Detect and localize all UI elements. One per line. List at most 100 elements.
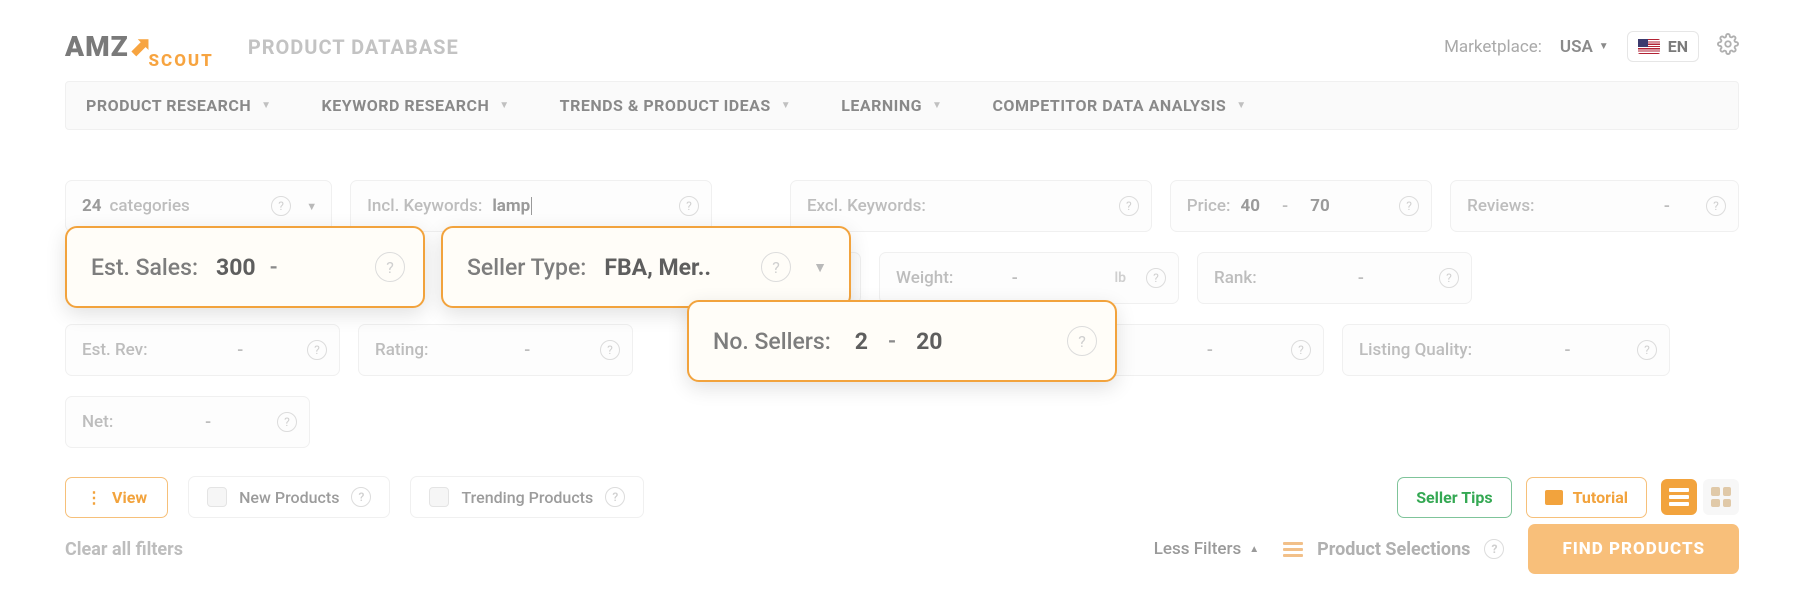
filter-incl-keywords[interactable]: Incl. Keywords: lamp ? <box>350 180 712 232</box>
help-icon[interactable]: ? <box>1067 326 1097 356</box>
header-left: AMZ ⬈ SCOUT PRODUCT DATABASE <box>65 30 459 63</box>
chevron-down-icon: ▼ <box>499 100 509 111</box>
logo-amz: AMZ <box>65 30 129 63</box>
dash: - <box>1564 340 1570 360</box>
label: Incl. Keywords: <box>367 196 482 216</box>
page-title: PRODUCT DATABASE <box>248 35 459 59</box>
nav-product-research[interactable]: PRODUCT RESEARCH▼ <box>86 96 272 115</box>
find-products-button[interactable]: FIND PRODUCTS <box>1528 524 1739 574</box>
new-products-checkbox[interactable]: New Products ? <box>188 476 390 518</box>
label: Rank: <box>1214 268 1257 288</box>
help-icon[interactable]: ? <box>761 252 791 282</box>
filter-net[interactable]: Net: - ? <box>65 396 310 448</box>
filter-rating[interactable]: Rating: - ? <box>358 324 633 376</box>
filter-est-rev[interactable]: Est. Rev: - ? <box>65 324 340 376</box>
label: Est. Rev: <box>82 340 148 360</box>
help-icon[interactable]: ? <box>1119 196 1139 216</box>
max: 20 <box>916 328 942 355</box>
label: New Products <box>239 488 339 507</box>
help-icon[interactable]: ? <box>600 340 620 360</box>
help-icon[interactable]: ? <box>351 487 371 507</box>
label: Excl. Keywords: <box>807 196 926 216</box>
highlight-no-sellers[interactable]: No. Sellers: 2 - 20 ? <box>687 300 1117 382</box>
dash: - <box>524 340 530 360</box>
chevron-down-icon: ▼ <box>781 100 791 111</box>
help-icon[interactable]: ? <box>1439 268 1459 288</box>
header: AMZ ⬈ SCOUT PRODUCT DATABASE Marketplace… <box>65 0 1739 81</box>
filter-rank[interactable]: Rank: - ? <box>1197 252 1472 304</box>
view-button[interactable]: ⋮ View <box>65 477 168 518</box>
value: lamp <box>492 196 530 216</box>
label: Est. Sales: <box>91 254 198 281</box>
nav-label: TRENDS & PRODUCT IDEAS <box>560 96 771 115</box>
value: FBA, Mer.. <box>604 254 711 281</box>
nav-keyword-research[interactable]: KEYWORD RESEARCH▼ <box>322 96 510 115</box>
dash: - <box>205 412 211 432</box>
nav-learning[interactable]: LEARNING▼ <box>841 96 942 115</box>
checkbox-icon <box>207 487 227 507</box>
filter-categories[interactable]: 24 categories ? ▼ <box>65 180 332 232</box>
chevron-down-icon[interactable]: ▼ <box>813 259 827 276</box>
logo-scout: SCOUT <box>149 51 214 71</box>
highlight-est-sales[interactable]: Est. Sales: 300 - ? <box>65 226 425 308</box>
help-icon[interactable]: ? <box>1291 340 1311 360</box>
nav-competitor[interactable]: COMPETITOR DATA ANALYSIS▼ <box>992 96 1246 115</box>
help-icon[interactable]: ? <box>1146 268 1166 288</box>
tutorial-button[interactable]: Tutorial <box>1526 477 1647 518</box>
min: 2 <box>855 328 868 355</box>
filter-listing-quality[interactable]: Listing Quality: - ? <box>1342 324 1670 376</box>
list-view-button[interactable] <box>1661 479 1697 515</box>
language-selector[interactable]: EN <box>1627 31 1699 62</box>
trending-products-checkbox[interactable]: Trending Products ? <box>410 476 644 518</box>
filter-price[interactable]: Price: 40 - 70 ? <box>1170 180 1432 232</box>
help-icon[interactable]: ? <box>1637 340 1657 360</box>
actions-right: Seller Tips Tutorial <box>1397 477 1739 518</box>
label: Net: <box>82 412 113 432</box>
help-icon[interactable]: ? <box>375 252 405 282</box>
dash: - <box>1358 268 1364 288</box>
main-nav: PRODUCT RESEARCH▼ KEYWORD RESEARCH▼ TREN… <box>65 81 1739 130</box>
filter-reviews[interactable]: Reviews: - ? <box>1450 180 1739 232</box>
label: Tutorial <box>1573 488 1628 507</box>
dash: - <box>1664 196 1670 216</box>
help-icon[interactable]: ? <box>307 340 327 360</box>
clear-all-filters[interactable]: Clear all filters <box>65 539 183 560</box>
filter-excl-keywords[interactable]: Excl. Keywords: ? <box>790 180 1152 232</box>
help-icon[interactable]: ? <box>679 196 699 216</box>
view-mode-toggle <box>1661 479 1739 515</box>
label: Weight: <box>896 268 953 288</box>
label: Price: <box>1187 196 1231 216</box>
min: 300 <box>216 254 256 281</box>
nav-label: PRODUCT RESEARCH <box>86 96 251 115</box>
grid-view-button[interactable] <box>1703 479 1739 515</box>
filter-weight[interactable]: Weight: - lb ? <box>879 252 1179 304</box>
chevron-down-icon: ▼ <box>1599 41 1609 52</box>
highlight-seller-type[interactable]: Seller Type: FBA, Mer.. ? ▼ <box>441 226 851 308</box>
header-right: Marketplace: USA ▼ EN <box>1444 31 1739 62</box>
seller-tips-button[interactable]: Seller Tips <box>1397 477 1511 518</box>
help-icon[interactable]: ? <box>1706 196 1726 216</box>
flag-usa-icon <box>1638 39 1660 54</box>
gear-icon[interactable] <box>1717 33 1739 60</box>
dash: - <box>1012 268 1018 288</box>
footer: Clear all filters Less Filters ▲ Product… <box>65 524 1739 574</box>
label: Product Selections <box>1317 539 1470 560</box>
help-icon[interactable]: ? <box>605 487 625 507</box>
label: Listing Quality: <box>1359 340 1472 360</box>
nav-trends[interactable]: TRENDS & PRODUCT IDEAS ▼ <box>560 96 792 115</box>
text-cursor-icon <box>531 197 532 215</box>
help-icon[interactable]: ? <box>271 196 291 216</box>
nav-label: LEARNING <box>841 96 922 115</box>
less-filters-toggle[interactable]: Less Filters ▲ <box>1154 539 1259 559</box>
help-icon[interactable]: ? <box>1399 196 1419 216</box>
product-selections[interactable]: Product Selections ? <box>1283 539 1504 560</box>
chevron-down-icon[interactable]: ▼ <box>306 200 317 213</box>
help-icon[interactable]: ? <box>1484 539 1504 559</box>
footer-right: Less Filters ▲ Product Selections ? FIND… <box>1154 524 1739 574</box>
categories-count: 24 <box>82 196 102 216</box>
actions-row: ⋮ View New Products ? Trending Products … <box>65 476 1739 518</box>
chevron-up-icon: ▲ <box>1249 544 1259 555</box>
marketplace-selector[interactable]: USA ▼ <box>1560 37 1609 57</box>
view-label: View <box>112 488 147 507</box>
help-icon[interactable]: ? <box>277 412 297 432</box>
